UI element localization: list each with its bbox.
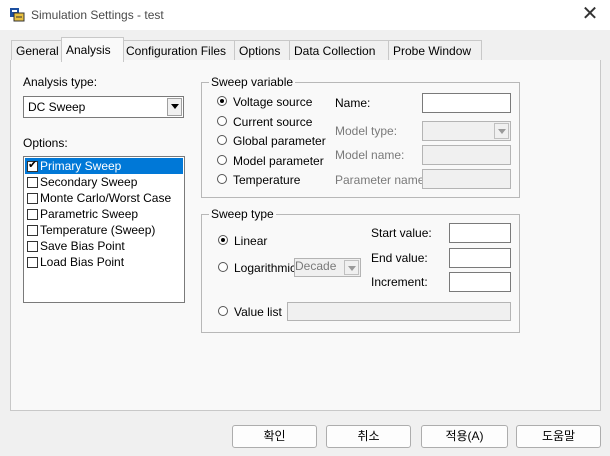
radio-current-source[interactable]	[217, 116, 227, 126]
linear-label[interactable]: Linear	[234, 234, 267, 248]
chevron-down-icon[interactable]	[344, 260, 359, 275]
tab-options[interactable]: Options	[234, 40, 293, 61]
global-parameter-label[interactable]: Global parameter	[233, 134, 326, 148]
tab-probe-window[interactable]: Probe Window	[388, 40, 482, 61]
close-icon[interactable]: ✕	[578, 3, 602, 25]
option-monte-carlo[interactable]: Monte Carlo/Worst Case	[25, 190, 183, 206]
options-label: Options:	[23, 136, 68, 150]
chevron-down-icon[interactable]	[167, 98, 182, 116]
cancel-button[interactable]: 취소	[326, 425, 411, 448]
tab-configuration-files[interactable]: Configuration Files	[121, 40, 235, 61]
checkbox-checked-icon[interactable]: ✔	[27, 159, 38, 172]
option-temperature-sweep[interactable]: Temperature (Sweep)	[25, 222, 183, 238]
radio-logarithmic[interactable]	[218, 262, 228, 272]
current-source-label[interactable]: Current source	[233, 115, 312, 129]
log-unit-dropdown[interactable]: Decade	[294, 258, 361, 277]
tab-general[interactable]: General	[11, 40, 68, 61]
parameter-name-label: Parameter name:	[335, 173, 428, 187]
option-load-bias-point[interactable]: Load Bias Point	[25, 254, 183, 270]
parameter-name-input[interactable]	[422, 169, 511, 189]
model-type-dropdown[interactable]	[422, 121, 511, 141]
app-icon	[9, 6, 25, 22]
tab-data-collection[interactable]: Data Collection	[289, 40, 391, 61]
help-button[interactable]: 도움말	[516, 425, 601, 448]
options-listbox[interactable]: ✔ Primary Sweep Secondary Sweep Monte Ca…	[23, 156, 185, 303]
checkbox-icon[interactable]	[27, 193, 38, 204]
name-label: Name:	[335, 96, 371, 110]
logarithmic-label[interactable]: Logarithmic	[234, 261, 296, 275]
option-primary-sweep[interactable]: ✔ Primary Sweep	[25, 158, 183, 174]
radio-temperature[interactable]	[217, 174, 227, 184]
model-type-label: Model type:	[335, 124, 398, 138]
chevron-down-icon[interactable]	[494, 123, 509, 139]
model-name-label: Model name:	[335, 148, 405, 162]
apply-button[interactable]: 적용(A)	[421, 425, 508, 448]
analysis-type-label: Analysis type:	[23, 75, 98, 89]
checkbox-icon[interactable]	[27, 241, 38, 252]
name-input[interactable]	[422, 93, 511, 113]
log-unit-value: Decade	[295, 259, 337, 273]
increment-label: Increment:	[371, 275, 428, 289]
start-value-label: Start value:	[371, 226, 432, 240]
checkbox-icon[interactable]	[27, 209, 38, 220]
sweep-variable-title: Sweep variable	[209, 75, 296, 89]
value-list-input[interactable]	[287, 302, 511, 321]
voltage-source-label[interactable]: Voltage source	[233, 95, 312, 109]
option-save-bias-point[interactable]: Save Bias Point	[25, 238, 183, 254]
tab-analysis[interactable]: Analysis	[61, 37, 124, 62]
analysis-type-value: DC Sweep	[28, 100, 86, 114]
ok-button[interactable]: 확인	[232, 425, 317, 448]
option-parametric-sweep[interactable]: Parametric Sweep	[25, 206, 183, 222]
end-value-input[interactable]	[449, 248, 511, 268]
checkbox-icon[interactable]	[27, 177, 38, 188]
increment-input[interactable]	[449, 272, 511, 292]
start-value-input[interactable]	[449, 223, 511, 243]
end-value-label: End value:	[371, 251, 428, 265]
checkbox-icon[interactable]	[27, 225, 38, 236]
window-title: Simulation Settings - test	[31, 8, 164, 22]
radio-global-parameter[interactable]	[217, 135, 227, 145]
sweep-type-title: Sweep type	[209, 207, 276, 221]
value-list-label[interactable]: Value list	[234, 305, 282, 319]
radio-model-parameter[interactable]	[217, 155, 227, 165]
radio-voltage-source[interactable]	[217, 96, 227, 106]
model-parameter-label[interactable]: Model parameter	[233, 154, 324, 168]
model-name-input[interactable]	[422, 145, 511, 165]
option-secondary-sweep[interactable]: Secondary Sweep	[25, 174, 183, 190]
temperature-label[interactable]: Temperature	[233, 173, 300, 187]
radio-value-list[interactable]	[218, 306, 228, 316]
radio-linear[interactable]	[218, 235, 228, 245]
checkbox-icon[interactable]	[27, 257, 38, 268]
analysis-type-dropdown[interactable]: DC Sweep	[23, 96, 184, 118]
